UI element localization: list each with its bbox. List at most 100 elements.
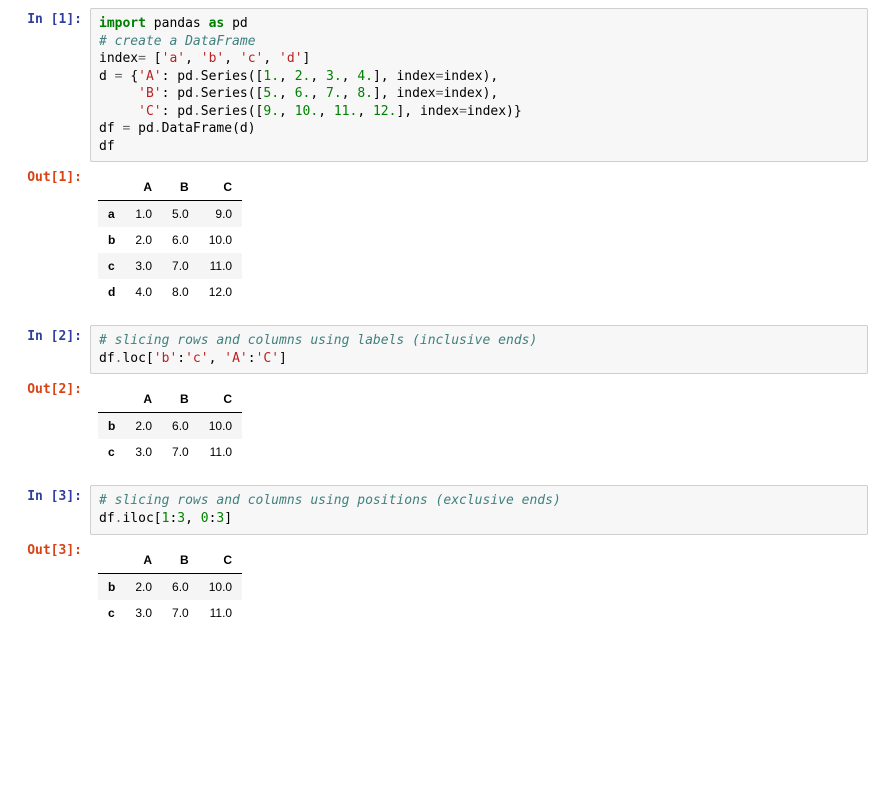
table-cell: 7.0 [162,253,199,279]
code-token [99,86,138,101]
output-cell: Out[2]:ABCb2.06.010.0c3.07.011.0 [8,378,868,481]
column-header: B [162,386,199,413]
code-token: , [224,51,240,66]
column-header: A [125,174,162,201]
dataframe-table: ABCa1.05.09.0b2.06.010.0c3.07.011.0d4.08… [98,174,242,305]
code-token: , [263,51,279,66]
code-token: index)} [467,104,522,119]
code-token: 1. [263,69,279,84]
table-row: b2.06.010.0 [98,227,242,253]
code-cell[interactable]: # slicing rows and columns using labels … [90,325,868,374]
input-cell: In [1]:import pandas as pd # create a Da… [8,8,868,162]
code-token: Series([ [201,104,264,119]
code-token: , [279,86,295,101]
code-token: 12. [373,104,396,119]
column-header: C [199,174,242,201]
code-token: index), [443,69,498,84]
table-cell: 1.0 [125,201,162,228]
table-cell: 6.0 [162,413,199,440]
table-cell: 11.0 [199,600,242,626]
table-cell: 7.0 [162,439,199,465]
table-body: b2.06.010.0c3.07.011.0 [98,413,242,466]
table-cell: 3.0 [125,439,162,465]
code-token: 5. [263,86,279,101]
table-head: ABC [98,386,242,413]
table-cell: 9.0 [199,201,242,228]
table-cell: 7.0 [162,600,199,626]
code-token: 7. [326,86,342,101]
table-cell: 6.0 [162,227,199,253]
code-token: 10. [295,104,318,119]
table-cell: 2.0 [125,227,162,253]
row-index: a [98,201,125,228]
code-token: 0 [201,511,209,526]
table-cell: 11.0 [199,253,242,279]
code-token: ], index [373,86,436,101]
code-token: 'C' [138,104,161,119]
code-token: ] [303,51,311,66]
table-row: c3.07.011.0 [98,253,242,279]
dataframe-table: ABCb2.06.010.0c3.07.011.0 [98,386,242,465]
table-cell: 10.0 [199,413,242,440]
code-token: iloc[ [122,511,161,526]
code-token: as [209,16,225,31]
table-head: ABC [98,174,242,201]
code-token: 11. [334,104,357,119]
code-token: loc[ [122,351,153,366]
code-token: 'B' [138,86,161,101]
code-token: # slicing rows and columns using labels … [99,333,537,348]
code-token: = [459,104,467,119]
column-header: B [162,547,199,574]
row-index: b [98,573,125,600]
code-token: df [99,511,115,526]
row-index: c [98,439,125,465]
code-cell[interactable]: # slicing rows and columns using positio… [90,485,868,534]
code-token: 'A' [138,69,161,84]
code-token: # slicing rows and columns using positio… [99,493,561,508]
code-token: df [99,139,115,154]
table-header-row: ABC [98,547,242,574]
code-token: d [99,69,115,84]
code-token: 'C' [256,351,279,366]
code-token: 6. [295,86,311,101]
table-cell: 5.0 [162,201,199,228]
code-token: , [209,351,225,366]
code-token: : [248,351,256,366]
output-cell: Out[3]: ABCb2.06.010.0c3.07.011.0 [8,539,868,642]
table-body: b2.06.010.0c3.07.011.0 [98,573,242,626]
code-token: { [130,69,138,84]
code-token: . [154,121,162,136]
code-token: 2. [295,69,311,84]
output-area: ABCb2.06.010.0c3.07.011.0 [90,539,868,642]
code-token: , [357,104,373,119]
dataframe-table: ABCb2.06.010.0c3.07.011.0 [98,547,242,626]
output-prompt: Out[1]: [8,166,90,185]
code-token: 'c' [185,351,208,366]
code-token: , [310,69,326,84]
table-cell: 8.0 [162,279,199,305]
row-index: c [98,253,125,279]
notebook-container: In [1]:import pandas as pd # create a Da… [8,8,868,642]
code-token: , [279,104,295,119]
table-header-row: ABC [98,386,242,413]
input-cell: In [2]: # slicing rows and columns using … [8,325,868,374]
code-token: = [115,69,131,84]
code-token: pd [224,16,247,31]
column-header: B [162,174,199,201]
code-token: 'c' [240,51,263,66]
code-cell[interactable]: import pandas as pd # create a DataFrame… [90,8,868,162]
code-token: 4. [357,69,373,84]
code-token: index [99,51,138,66]
table-cell: 2.0 [125,573,162,600]
code-token: 'b' [154,351,177,366]
input-prompt: In [2]: [8,325,90,344]
code-token: , [279,69,295,84]
code-token: . [193,86,201,101]
row-index: c [98,600,125,626]
table-row: b2.06.010.0 [98,413,242,440]
code-token: index), [443,86,498,101]
code-token: , [342,86,358,101]
code-token: : [177,351,185,366]
output-prompt: Out[3]: [8,539,90,558]
code-token: , [185,51,201,66]
